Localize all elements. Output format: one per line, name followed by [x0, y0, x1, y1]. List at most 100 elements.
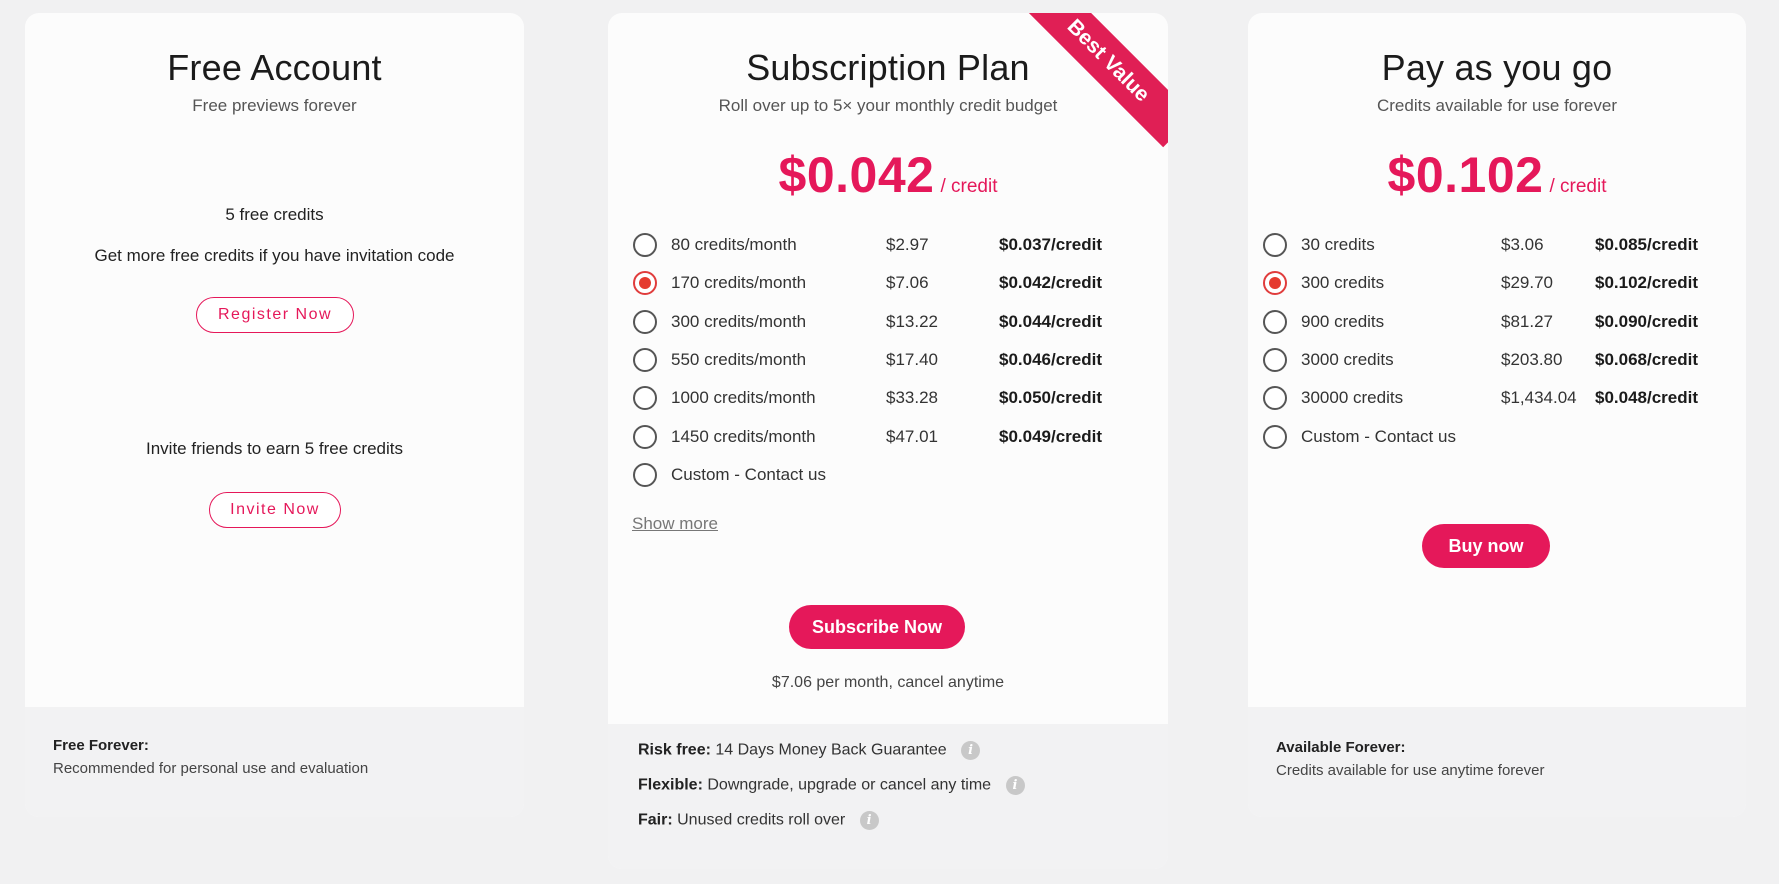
option-label: 80 credits/month — [671, 235, 797, 254]
option-price: $7.06 — [886, 273, 929, 293]
option-row[interactable]: 550 credits/month $17.40 $0.046/credit — [633, 345, 1143, 375]
feature-flexible-text: Downgrade, upgrade or cancel any time — [707, 776, 992, 794]
radio-button[interactable] — [1263, 424, 1287, 449]
payg-price-amount: $0.102 — [1387, 147, 1544, 203]
option-price: $33.28 — [886, 388, 938, 408]
option-row[interactable]: 1000 credits/month $33.28 $0.050/credit — [633, 383, 1143, 413]
payg-card-footer: Available Forever: Credits available for… — [1248, 707, 1746, 817]
option-price: $29.70 — [1501, 273, 1553, 293]
invite-now-button[interactable]: Invite Now — [209, 492, 341, 528]
option-price-per-credit: $0.068/credit — [1595, 349, 1699, 369]
radio-button[interactable] — [1263, 233, 1287, 257]
info-icon[interactable]: i — [1005, 776, 1025, 795]
option-price: $3.06 — [1501, 235, 1544, 254]
option-price: $13.22 — [886, 311, 938, 331]
option-row[interactable]: 1450 credits/month $47.01 $0.049/credit — [633, 422, 1143, 452]
info-icon[interactable]: i — [961, 741, 981, 760]
subscription-options-list: 80 credits/month $2.97 $0.037/credit 170 cr… — [633, 230, 1143, 510]
option-price-per-credit: $0.046/credit — [999, 349, 1103, 369]
option-row[interactable]: 30 credits $3.06 $0.085/credit — [1263, 230, 1733, 260]
option-price-per-credit: $0.044/credit — [999, 311, 1103, 331]
show-more-link[interactable]: Show more — [632, 514, 718, 534]
radio-button[interactable] — [1263, 309, 1287, 334]
option-label: 3000 credits — [1301, 349, 1394, 369]
option-row[interactable]: Custom - Contact us — [1263, 422, 1733, 452]
option-price: $17.40 — [886, 349, 938, 369]
option-price-per-credit: $0.102/credit — [1595, 273, 1699, 293]
option-label: Custom - Contact us — [671, 464, 826, 484]
option-row[interactable]: 900 credits $81.27 $0.090/credit — [1263, 307, 1733, 337]
info-icon[interactable]: i — [859, 811, 879, 830]
option-label: 1000 credits/month — [671, 388, 816, 408]
payg-footer-title: Available Forever: — [1276, 739, 1406, 756]
payg-price-unit: / credit — [1549, 176, 1607, 197]
option-row[interactable]: 30000 credits $1,434.04 $0.048/credit — [1263, 383, 1733, 413]
option-price: $47.01 — [886, 426, 938, 446]
payg-footer-text: Credits available for use anytime foreve… — [1276, 762, 1545, 779]
subscription-price-amount: $0.042 — [778, 147, 935, 203]
feature-fair-text: Unused credits roll over — [677, 811, 846, 829]
register-now-button[interactable]: Register Now — [196, 297, 354, 333]
option-row[interactable]: 300 credits/month $13.22 $0.044/credit — [633, 307, 1143, 337]
radio-button[interactable] — [633, 462, 657, 487]
option-price-per-credit: $0.037/credit — [999, 235, 1103, 254]
feature-fair: Fair: Unused credits roll over i — [638, 811, 879, 830]
option-label: 900 credits — [1301, 311, 1385, 331]
feature-flexible-title: Flexible: — [638, 776, 703, 794]
subscription-plan-card: Best Value Subscription Plan Roll over u… — [608, 13, 1168, 869]
free-footer-title: Free Forever: — [53, 737, 149, 754]
radio-button[interactable] — [633, 233, 657, 257]
radio-button[interactable] — [1263, 347, 1287, 372]
option-label: 30 credits — [1301, 235, 1375, 254]
radio-selected[interactable] — [633, 271, 657, 296]
option-price-per-credit: $0.090/credit — [1595, 311, 1699, 331]
radio-selected[interactable] — [1263, 271, 1287, 296]
radio-button[interactable] — [1263, 386, 1287, 411]
feature-risk-free-text: 14 Days Money Back Guarantee — [715, 741, 947, 759]
option-price-per-credit: $0.049/credit — [999, 426, 1103, 446]
radio-button[interactable] — [633, 309, 657, 334]
payg-card-title: Pay as you go — [1381, 47, 1613, 88]
free-card-title: Free Account — [167, 47, 382, 88]
option-label: Custom - Contact us — [1301, 426, 1456, 446]
option-label: 170 credits/month — [671, 273, 807, 293]
option-price-per-credit: $0.050/credit — [999, 388, 1103, 408]
buy-now-button[interactable]: Buy now — [1422, 524, 1550, 568]
option-price-per-credit: $0.048/credit — [1595, 388, 1699, 408]
option-price: $81.27 — [1501, 311, 1553, 331]
option-price: $1,434.04 — [1501, 388, 1577, 408]
feature-flexible: Flexible: Downgrade, upgrade or cancel a… — [638, 776, 1025, 795]
option-row[interactable]: 170 credits/month $7.06 $0.042/credit — [633, 268, 1143, 298]
subscription-price: $0.042/ credit — [608, 146, 1168, 204]
radio-button[interactable] — [633, 347, 657, 372]
option-price: $203.80 — [1501, 349, 1563, 369]
invitation-code-text: Get more free credits if you have invita… — [94, 246, 455, 265]
radio-button[interactable] — [633, 386, 657, 411]
payg-price: $0.102/ credit — [1248, 146, 1746, 204]
option-row[interactable]: 300 credits $29.70 $0.102/credit — [1263, 268, 1733, 298]
subscription-price-unit: / credit — [940, 176, 998, 197]
subscription-note: $7.06 per month, cancel anytime — [771, 674, 1005, 691]
option-label: 1450 credits/month — [671, 426, 816, 446]
option-label: 300 credits — [1301, 273, 1385, 293]
free-card-footer: Free Forever: Recommended for personal u… — [25, 707, 524, 817]
option-label: 300 credits/month — [671, 311, 807, 331]
free-credits-text: 5 free credits — [225, 205, 324, 224]
free-card-subtitle: Free previews forever — [192, 96, 357, 115]
free-account-card: Free Account Free previews forever 5 fre… — [25, 13, 524, 817]
option-row[interactable]: 3000 credits $203.80 $0.068/credit — [1263, 345, 1733, 375]
feature-risk-free: Risk free: 14 Days Money Back Guarantee … — [638, 741, 981, 760]
free-footer-text: Recommended for personal use and evaluat… — [53, 760, 369, 777]
subscribe-now-button[interactable]: Subscribe Now — [789, 605, 965, 649]
option-label: 550 credits/month — [671, 349, 807, 369]
option-row[interactable]: Custom - Contact us — [633, 460, 1143, 490]
option-row[interactable]: 80 credits/month $2.97 $0.037/credit — [633, 230, 1143, 260]
invite-friends-text: Invite friends to earn 5 free credits — [145, 439, 404, 458]
option-price-per-credit: $0.085/credit — [1595, 235, 1699, 254]
option-price: $2.97 — [886, 235, 929, 254]
option-price-per-credit: $0.042/credit — [999, 273, 1103, 293]
payg-options-list: 30 credits $3.06 $0.085/credit 300 credits $… — [1263, 230, 1733, 470]
radio-button[interactable] — [633, 424, 657, 449]
subscription-card-subtitle: Roll over up to 5× your monthly credit b… — [718, 96, 1058, 115]
feature-fair-title: Fair: — [638, 811, 673, 829]
